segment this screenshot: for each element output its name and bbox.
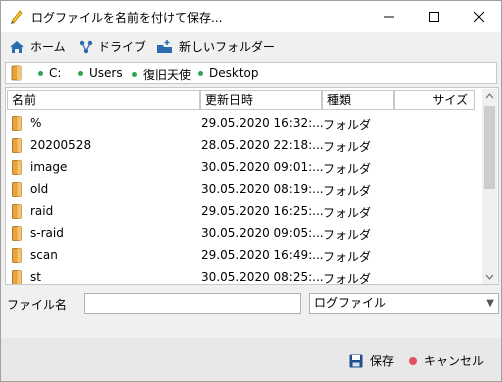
file-modified: 29.05.2020 16:32:... xyxy=(201,116,324,130)
save-label: 保存 xyxy=(370,354,395,368)
file-name: old xyxy=(30,182,49,196)
save-log-dialog: ログファイルを名前を付けて保存... ホーム ドライブ 新しいフォルダー C: … xyxy=(0,0,502,382)
dropdown-arrow-icon: ▼ xyxy=(486,298,494,309)
save-icon xyxy=(349,354,363,367)
column-header-modified[interactable]: 更新日時 xyxy=(200,90,322,110)
new-folder-label: 新しいフォルダー xyxy=(179,40,276,54)
table-row[interactable]: raid 29.05.2020 16:25:... フォルダ xyxy=(7,201,483,223)
breadcrumb-item[interactable]: 復旧天使 xyxy=(132,66,191,83)
file-list[interactable]: 名前 更新日時 種類 サイズ % 29.05.2020 16:32:... フォルダ… xyxy=(5,87,499,285)
scroll-down-icon[interactable] xyxy=(485,274,494,280)
home-label: ホーム xyxy=(30,40,66,54)
column-label: 更新日時 xyxy=(205,93,254,107)
new-folder-icon xyxy=(157,39,172,53)
table-row[interactable]: old 30.05.2020 08:19:... フォルダ xyxy=(7,179,483,201)
file-type: フォルダ xyxy=(323,228,372,242)
file-name: scan xyxy=(30,248,58,262)
breadcrumb-item[interactable]: C: xyxy=(38,66,61,80)
pen-icon xyxy=(11,10,23,24)
file-modified: 28.05.2020 22:18:... xyxy=(201,138,324,152)
file-modified: 30.05.2020 09:01:... xyxy=(201,160,324,174)
toolbar: ホーム ドライブ 新しいフォルダー xyxy=(1,35,501,59)
file-name: 20200528 xyxy=(30,138,92,152)
cancel-icon xyxy=(409,356,417,365)
column-header-type[interactable]: 種類 xyxy=(322,90,394,110)
column-label: 名前 xyxy=(12,93,37,107)
folder-icon xyxy=(12,204,22,219)
close-button[interactable] xyxy=(456,1,501,32)
path-dot-icon xyxy=(38,70,43,76)
title-bar: ログファイルを名前を付けて保存... xyxy=(1,1,501,32)
drives-label: ドライブ xyxy=(98,40,147,54)
button-bar: 保存 キャンセル xyxy=(1,338,501,381)
path-dot-icon xyxy=(132,72,137,77)
new-folder-button[interactable]: 新しいフォルダー xyxy=(156,38,275,55)
folder-icon xyxy=(12,270,22,284)
breadcrumb-item[interactable]: Users xyxy=(78,66,123,80)
breadcrumb-label: Desktop xyxy=(209,66,259,80)
file-type: フォルダ xyxy=(323,184,372,198)
save-button[interactable]: 保存 xyxy=(349,352,394,369)
file-name: s-raid xyxy=(30,226,64,240)
file-type: フォルダ xyxy=(323,272,372,285)
filename-label: ファイル名 xyxy=(7,298,68,312)
scroll-up-icon[interactable] xyxy=(485,93,494,99)
file-type: フォルダ xyxy=(323,140,372,154)
folder-icon xyxy=(12,248,22,263)
file-name: % xyxy=(30,116,42,130)
minimize-icon xyxy=(383,16,394,17)
breadcrumb-label: Users xyxy=(89,66,123,80)
maximize-button[interactable] xyxy=(411,1,456,32)
drives-button[interactable]: ドライブ xyxy=(79,38,146,55)
folder-icon xyxy=(12,182,22,197)
filetype-value: ログファイル xyxy=(314,296,387,310)
breadcrumb-label: 復旧天使 xyxy=(143,68,192,82)
table-row[interactable]: % 29.05.2020 16:32:... フォルダ xyxy=(7,113,483,135)
table-row[interactable]: image 30.05.2020 09:01:... フォルダ xyxy=(7,157,483,179)
home-icon xyxy=(10,40,24,53)
vertical-scrollbar[interactable] xyxy=(482,89,497,284)
breadcrumb-item[interactable]: Desktop xyxy=(198,66,259,80)
minimize-button[interactable] xyxy=(366,1,411,32)
filetype-select[interactable]: ログファイル ▼ xyxy=(309,293,499,314)
table-row[interactable]: 20200528 28.05.2020 22:18:... フォルダ xyxy=(7,135,483,157)
folder-icon xyxy=(12,116,22,131)
folder-icon xyxy=(11,65,22,81)
table-row[interactable]: scan 29.05.2020 16:49:... フォルダ xyxy=(7,245,483,267)
filename-input[interactable] xyxy=(84,293,301,314)
breadcrumb: C: Users 復旧天使 Desktop xyxy=(5,62,497,84)
file-type: フォルダ xyxy=(323,250,372,264)
column-header-size[interactable]: サイズ xyxy=(394,90,475,110)
column-header-name[interactable]: 名前 xyxy=(7,90,200,110)
scrollbar-thumb[interactable] xyxy=(484,106,495,189)
breadcrumb-label: C: xyxy=(49,66,62,80)
path-dot-icon xyxy=(198,70,203,76)
file-name: image xyxy=(30,160,68,174)
table-row[interactable]: s-raid 30.05.2020 09:05:... フォルダ xyxy=(7,223,483,245)
file-modified: 30.05.2020 08:25:... xyxy=(201,270,324,284)
folder-icon xyxy=(12,226,22,241)
table-row[interactable]: st 30.05.2020 08:25:... フォルダ xyxy=(7,267,483,285)
file-name: raid xyxy=(30,204,54,218)
home-button[interactable]: ホーム xyxy=(9,38,66,55)
file-modified: 29.05.2020 16:25:... xyxy=(201,204,324,218)
maximize-icon xyxy=(428,11,439,22)
folder-icon xyxy=(12,138,22,153)
drives-icon xyxy=(79,40,93,53)
cancel-button[interactable]: キャンセル xyxy=(409,352,484,369)
file-name: st xyxy=(30,270,41,284)
file-type: フォルダ xyxy=(323,162,372,176)
file-type: フォルダ xyxy=(323,118,372,132)
file-modified: 29.05.2020 16:49:... xyxy=(201,248,324,262)
close-icon xyxy=(473,11,484,22)
window-title: ログファイルを名前を付けて保存... xyxy=(31,11,223,25)
file-modified: 30.05.2020 09:05:... xyxy=(201,226,324,240)
cancel-label: キャンセル xyxy=(424,354,485,368)
file-modified: 30.05.2020 08:19:... xyxy=(201,182,324,196)
folder-icon xyxy=(12,160,22,175)
column-label: 種類 xyxy=(327,93,352,107)
column-label: サイズ xyxy=(432,93,468,107)
file-type: フォルダ xyxy=(323,206,372,220)
path-dot-icon xyxy=(78,70,83,76)
